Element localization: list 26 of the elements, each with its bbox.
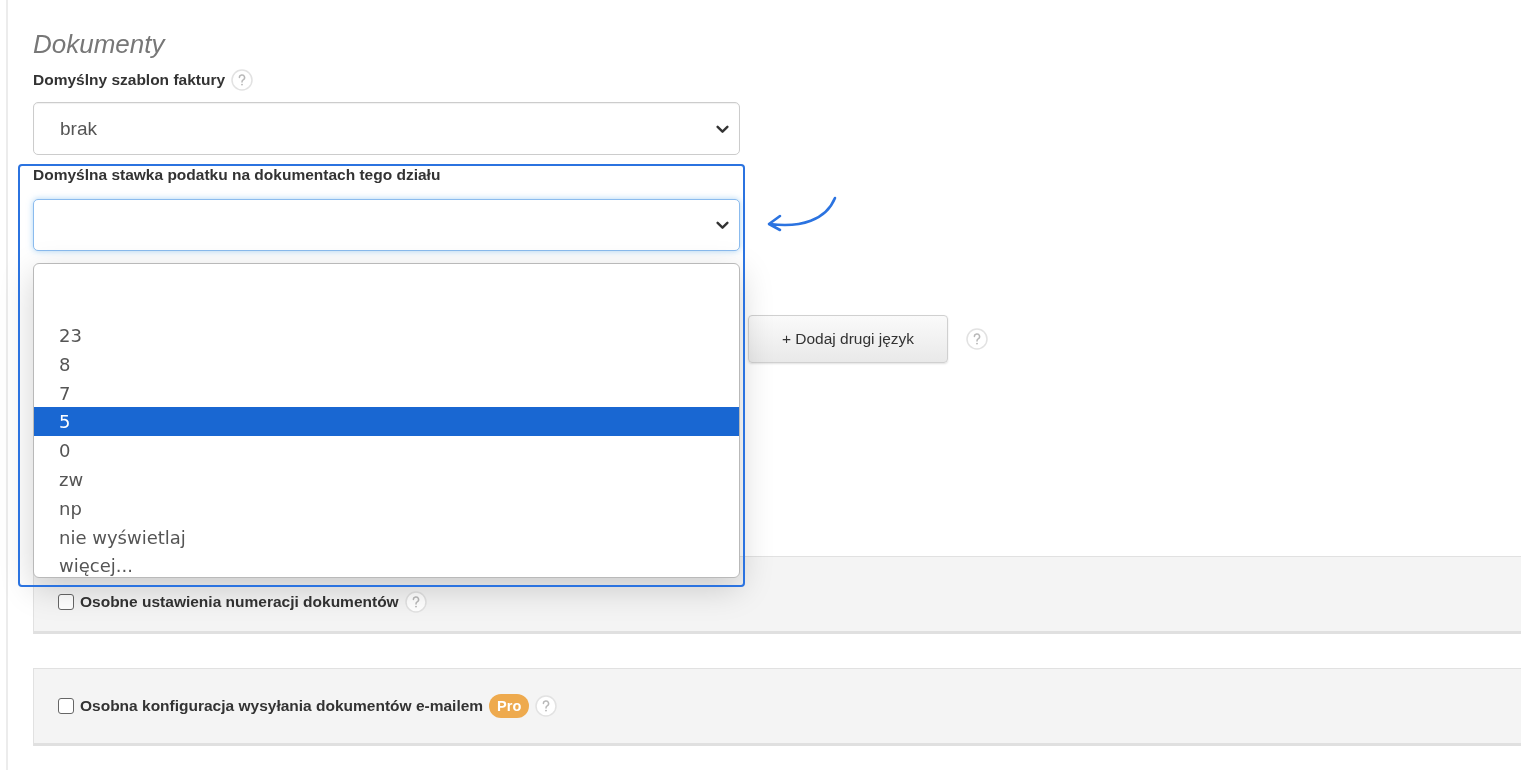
dropdown-option[interactable]: 23 (34, 321, 739, 350)
help-icon[interactable] (231, 69, 254, 91)
help-icon[interactable] (966, 328, 988, 350)
section-title: Dokumenty (33, 29, 165, 59)
dropdown-option[interactable]: 0 (34, 436, 739, 465)
field-label: Domyślna stawka podatku na dokumentach tego działu (33, 166, 441, 184)
dropdown-option[interactable]: 8 (34, 349, 739, 379)
dropdown-option[interactable]: np (34, 493, 739, 523)
checkbox[interactable] (58, 698, 74, 714)
help-icon[interactable] (535, 695, 558, 717)
panel-label: Osobna konfiguracja wysyłania dokumentów e-mailem (80, 697, 484, 715)
dropdown-option[interactable]: 5 (34, 407, 739, 437)
chevron-down-icon (716, 124, 729, 134)
panel-label: Osobne ustawienia numeracji dokumentów (80, 593, 399, 611)
template-select[interactable]: brak (33, 102, 740, 155)
checkbox[interactable] (58, 594, 74, 610)
add-language-button[interactable]: + Dodaj drugi język (748, 315, 948, 363)
help-icon[interactable] (404, 591, 427, 613)
chevron-down-icon (716, 221, 729, 230)
dropdown-option[interactable]: 7 (34, 378, 739, 408)
dropdown-option[interactable]: nie wyświetlaj (34, 522, 739, 552)
pro-badge: Pro (489, 694, 530, 718)
dropdown-option[interactable]: zw (34, 465, 739, 494)
field-label: Domyślny szablon faktury (33, 71, 226, 89)
tax-rate-select[interactable] (33, 199, 740, 251)
dropdown-option[interactable]: więcej... (34, 551, 739, 577)
